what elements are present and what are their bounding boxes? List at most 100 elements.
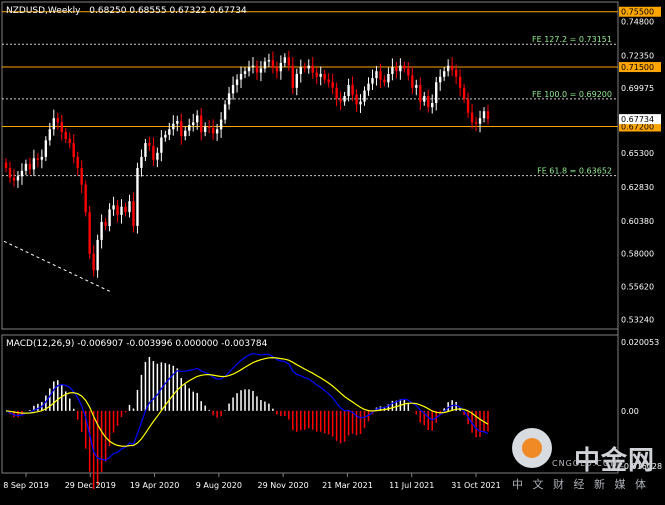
x-tick-label: 9 Aug 2020 [196,481,242,490]
candle-body [391,67,394,74]
watermark-footer: 中 文 财 经 新 媒 体 [512,478,649,491]
candle-body [375,71,378,79]
candle-body [271,60,275,68]
candle-body [36,158,40,160]
candle-body [343,96,346,102]
x-tick-label: 19 Apr 2020 [130,481,179,490]
price-tick-label: 0.58000 [621,250,654,259]
candle-body [172,123,175,130]
candle-body [48,129,52,141]
candle-body [128,201,131,213]
macd-line [5,352,489,461]
candle-body [307,65,310,69]
candle-body [231,85,235,94]
cngold-logo-icon [512,428,552,468]
candle-body [247,67,251,72]
candle-body [8,167,12,178]
candle-body [188,125,191,131]
candle-body [319,73,322,77]
candle-body [331,82,334,88]
candle-body [371,78,374,84]
candle-body [299,67,302,74]
candle-body [144,143,147,157]
candle-body [199,115,203,133]
candle-body [251,65,255,68]
candle-body [295,73,298,88]
candle-body [164,134,167,138]
macd-tick-label: 0.020053 [621,338,659,347]
candle-body [156,152,159,160]
candle-body [478,118,482,124]
price-tick-label: 0.62830 [621,183,654,192]
candle-body [44,140,48,157]
candle-body [446,65,450,72]
candle-body [267,60,271,62]
candle-body [407,68,410,76]
candle-body [40,156,44,160]
candle-body [72,143,75,157]
candle-body [176,120,179,124]
candle-body [335,87,338,99]
candle-body [315,72,318,77]
candle-body [387,73,390,83]
macd-pane[interactable] [5,352,489,489]
candle-body [287,57,291,66]
candle-body [263,61,267,69]
candle-body [24,163,28,171]
candle-body [192,122,195,126]
candle-body [411,75,414,88]
candle-body [180,120,183,137]
candle-body [140,156,143,168]
price-pane[interactable]: FE 127.2 = 0.73151 FE 100.0 = 0.69200 FE 6… [2,11,618,293]
candle-body [486,111,490,120]
x-tick-label: 29 Dec 2019 [65,481,116,490]
candle-body [116,205,119,216]
macd-tick-label: 0.00 [621,407,639,416]
price-tick-label: 0.60380 [621,217,654,226]
candle-body [259,68,263,73]
candle-body [235,79,239,86]
price-pane-frame [1,1,619,330]
price-tick-label: 0.72350 [621,51,654,60]
candle-body [132,201,135,227]
candle-body [68,138,71,144]
logo-inner-icon [522,438,542,458]
candle-body [423,96,426,102]
trendline [3,240,113,293]
candle-body [76,156,79,168]
candle-body [108,209,111,227]
candle-body [403,65,406,69]
candle-body [219,119,223,130]
candle-body [303,67,306,69]
x-tick-label: 11 Jul 2021 [389,481,434,490]
candle-body [450,65,454,70]
candle-body [466,98,470,113]
price-tick-label: 0.69975 [621,84,654,93]
candle-body [16,176,20,181]
x-tick-label: 31 Oct 2021 [451,481,500,490]
candle-body [291,65,295,88]
candle-body [64,132,67,139]
candle-body [120,206,123,216]
candle-body [454,69,458,77]
chart-title-row: NZDUSD,Weekly 0.68250 0.68555 0.67322 0.… [6,6,247,16]
fib-label: FE 61.8 = 0.63652 [537,167,612,176]
candle-body [327,79,330,83]
candle-body [227,93,231,105]
candle-body [104,221,107,227]
candle-body [311,65,314,73]
candle-body [4,162,8,168]
x-tick-label: 21 Mar 2021 [322,481,373,490]
price-tick-label: 0.55620 [621,283,654,292]
candle-body [168,129,171,135]
candle-body [32,158,36,170]
candle-body [136,167,139,227]
chart-canvas[interactable]: FE 127.2 = 0.73151 FE 100.0 = 0.69200 FE 6… [0,0,665,501]
candle-body [458,76,462,88]
candle-body [12,177,16,181]
candle-body [92,253,95,271]
candle-body [439,76,442,83]
candle-body [148,143,151,146]
fib-label: FE 127.2 = 0.73151 [532,35,612,44]
candle-body [339,98,342,102]
